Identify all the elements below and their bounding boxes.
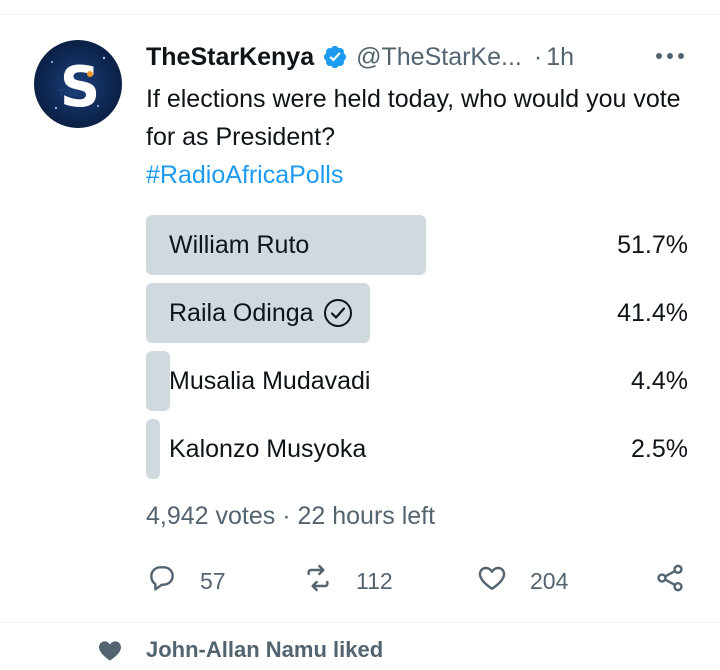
bottom-divider <box>0 622 720 623</box>
header-separator: · <box>533 42 543 71</box>
avatar-letter: S <box>60 55 100 120</box>
poll-option: William Ruto 51.7% <box>146 215 688 275</box>
more-dot <box>667 53 673 59</box>
avatar-image: S THE <box>34 40 122 128</box>
reply-icon <box>146 562 178 600</box>
poll-option-label-wrap: Musalia Mudavadi <box>169 351 371 411</box>
avatar-small-text: THE <box>58 89 78 99</box>
poll-option-percent: 51.7% <box>617 230 688 259</box>
author-name[interactable]: TheStarKenya <box>146 43 314 72</box>
like-count: 204 <box>530 567 569 594</box>
heart-icon <box>476 562 508 600</box>
voted-check-icon <box>323 298 353 328</box>
tweet-actions: 57 112 204 <box>146 560 688 602</box>
poll-option-bar <box>146 351 170 411</box>
poll: William Ruto 51.7% Raila Odinga 41.4% Mu… <box>146 215 688 487</box>
poll-option-label: Musalia Mudavadi <box>169 366 371 395</box>
top-divider <box>0 14 720 15</box>
more-dot <box>656 53 662 59</box>
poll-option-percent: 41.4% <box>617 298 688 327</box>
poll-option-label: Kalonzo Musyoka <box>169 434 367 463</box>
poll-option: Musalia Mudavadi 4.4% <box>146 351 688 411</box>
poll-option-bar <box>146 419 160 479</box>
retweet-button[interactable]: 112 <box>302 560 393 602</box>
verified-badge-icon <box>322 44 348 70</box>
poll-option-label-wrap: Kalonzo Musyoka <box>169 419 366 479</box>
poll-option: Kalonzo Musyoka 2.5% <box>146 419 688 479</box>
retweet-count: 112 <box>356 567 393 594</box>
more-dot <box>678 53 684 59</box>
share-icon <box>654 562 686 600</box>
poll-option-label: William Ruto <box>169 230 310 259</box>
tweet-header: TheStarKenya @TheStarKe... · 1h <box>146 40 686 74</box>
tweet-text: If elections were held today, who would … <box>146 85 681 151</box>
reply-count: 57 <box>200 567 226 594</box>
poll-option-percent: 2.5% <box>631 434 688 463</box>
poll-option-label-wrap: Raila Odinga <box>169 283 353 343</box>
social-context: John-Allan Namu liked <box>96 636 383 664</box>
poll-option: Raila Odinga 41.4% <box>146 283 688 343</box>
poll-meta: 4,942 votes · 22 hours left <box>146 502 436 530</box>
poll-option-percent: 4.4% <box>631 366 688 395</box>
share-button[interactable] <box>654 560 686 602</box>
reply-button[interactable]: 57 <box>146 560 226 602</box>
heart-filled-icon <box>96 636 124 664</box>
tweet-timestamp[interactable]: 1h <box>546 43 574 72</box>
retweet-icon <box>302 562 334 600</box>
poll-option-label: Raila Odinga <box>169 298 314 327</box>
author-handle[interactable]: @TheStarKe... <box>356 43 522 72</box>
poll-option-label-wrap: William Ruto <box>169 215 309 275</box>
author-avatar[interactable]: S THE <box>34 40 122 128</box>
more-options-icon[interactable] <box>654 42 686 70</box>
like-button[interactable]: 204 <box>476 560 568 602</box>
hashtag-link[interactable]: #RadioAfricaPolls <box>146 156 343 194</box>
liked-by-text[interactable]: John-Allan Namu liked <box>146 637 383 663</box>
